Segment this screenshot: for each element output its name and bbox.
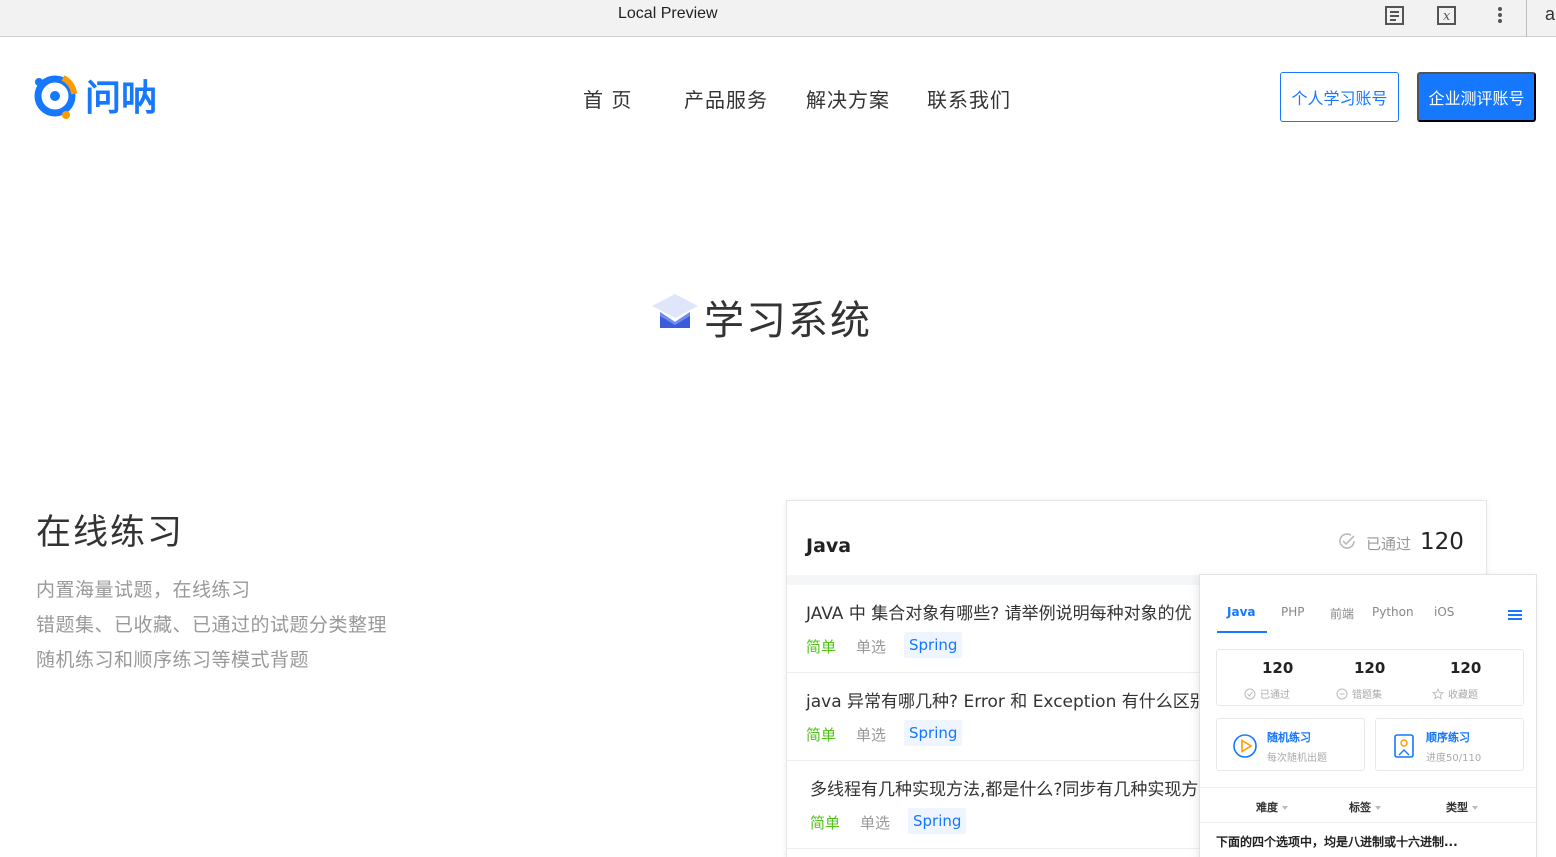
nav-products[interactable]: 产品服务 [684, 84, 768, 113]
formula-icon[interactable]: x [1435, 3, 1459, 27]
nav-home[interactable]: 首 页 [583, 84, 632, 113]
minus-circle-icon [1336, 688, 1348, 699]
star-icon [1432, 687, 1444, 700]
feature-title: 在线练习 [36, 513, 185, 553]
check-circle-icon [1337, 531, 1357, 551]
tab-python[interactable]: Python [1372, 605, 1414, 619]
stat-label: 错题集 [1352, 690, 1382, 701]
logo-text: 问呐 [85, 78, 157, 119]
filter-label: 难度 [1256, 801, 1278, 814]
filter-type[interactable]: 类型 [1446, 799, 1478, 815]
enterprise-account-button[interactable]: 企业测评账号 [1417, 72, 1536, 122]
feature-line: 随机练习和顺序练习等模式背题 [36, 649, 310, 671]
stat-favorite-count: 120 [1450, 659, 1482, 677]
svg-text:x: x [1443, 9, 1451, 24]
filter-label: 标签 [1349, 801, 1371, 814]
mode-title: 随机练习 [1267, 731, 1311, 744]
bookmark-icon [1391, 733, 1417, 759]
sequential-practice-card[interactable]: 顺序练习 进度50/110 [1375, 718, 1524, 771]
caret-down-icon [1472, 806, 1478, 810]
filter-row: 难度 标签 类型 [1200, 787, 1536, 823]
tab-frontend[interactable]: 前端 [1330, 605, 1354, 622]
question-text[interactable]: java 异常有哪几种? Error 和 Exception 有什么区别 [806, 687, 1207, 712]
filter-tag[interactable]: 标签 [1349, 799, 1381, 815]
tag-badge: Spring [908, 808, 967, 834]
mode-subtitle: 进度50/110 [1426, 753, 1482, 764]
passed-label: 已通过 [1366, 535, 1412, 553]
card-language: Java [806, 535, 852, 557]
question-text[interactable]: 多线程有几种实现方法,都是什么?同步有几种实现方 [810, 775, 1198, 800]
menu-icon[interactable] [1507, 607, 1523, 621]
toolbar-divider [1526, 0, 1527, 37]
reader-icon[interactable] [1383, 3, 1407, 27]
edge-glyph: a [1545, 4, 1556, 24]
tab-php[interactable]: PHP [1281, 605, 1305, 619]
mobile-preview-panel: Java PHP 前端 Python iOS 120 已通过 120 错题集 1… [1199, 574, 1537, 857]
tab-java[interactable]: Java [1227, 605, 1255, 619]
play-circle-icon [1232, 733, 1258, 759]
active-tab-indicator [1217, 631, 1267, 633]
question-text[interactable]: JAVA 中 集合对象有哪些? 请举例说明每种对象的优 [806, 599, 1192, 624]
preview-bar: Local Preview x a [0, 0, 1556, 37]
difficulty-label: 简单 [806, 726, 837, 744]
tag-badge: Spring [904, 632, 963, 658]
stat-wrong-count: 120 [1354, 659, 1386, 677]
type-label: 单选 [856, 726, 887, 744]
feature-line: 内置海量试题，在线练习 [36, 579, 251, 601]
nav-solutions[interactable]: 解决方案 [806, 84, 890, 113]
caret-down-icon [1282, 806, 1288, 810]
logo[interactable]: 问呐 [33, 70, 175, 126]
stat-label: 已通过 [1260, 690, 1290, 701]
mode-subtitle: 每次随机出题 [1267, 753, 1327, 764]
graduation-cap-icon [650, 292, 700, 334]
feature-line: 错题集、已收藏、已通过的试题分类整理 [36, 614, 388, 636]
nav-contact[interactable]: 联系我们 [927, 84, 1011, 113]
stat-passed-count: 120 [1262, 659, 1294, 677]
preview-title: Local Preview [618, 5, 718, 22]
section-title: 学习系统 [704, 298, 872, 344]
caret-down-icon [1375, 806, 1381, 810]
difficulty-label: 简单 [810, 814, 841, 832]
mode-title: 顺序练习 [1426, 731, 1470, 744]
tab-ios[interactable]: iOS [1434, 605, 1454, 619]
filter-label: 类型 [1446, 801, 1468, 814]
difficulty-label: 简单 [806, 638, 837, 656]
tag-badge: Spring [904, 720, 963, 746]
type-label: 单选 [860, 814, 891, 832]
personal-account-button[interactable]: 个人学习账号 [1280, 72, 1399, 122]
stat-wrong[interactable]: 错题集 [1336, 686, 1382, 701]
random-practice-card[interactable]: 随机练习 每次随机出题 [1216, 718, 1365, 771]
type-label: 单选 [856, 638, 887, 656]
card-header: Java 已通过 120 [787, 501, 1486, 575]
filter-difficulty[interactable]: 难度 [1256, 799, 1288, 815]
question-preview[interactable]: 下面的四个选项中，均是八进制或十六进制... [1216, 833, 1458, 850]
passed-count: 120 [1420, 529, 1464, 555]
stats-box: 120 已通过 120 错题集 120 收藏题 [1216, 649, 1524, 706]
stat-favorite[interactable]: 收藏题 [1432, 686, 1478, 701]
more-vertical-icon[interactable] [1488, 3, 1512, 27]
stat-label: 收藏题 [1448, 690, 1478, 701]
check-circle-icon [1244, 688, 1256, 699]
stat-passed[interactable]: 已通过 [1244, 686, 1290, 701]
